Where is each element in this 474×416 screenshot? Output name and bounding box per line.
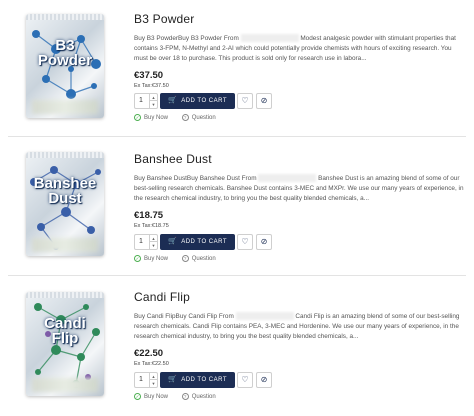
product-image-banshee-dust[interactable]: Banshee Dust [22,152,108,256]
quantity-stepper[interactable]: 1 ▲ ▼ [134,93,158,109]
question-circle-icon: ? [181,393,189,400]
product-image-b3-powder[interactable]: B3 Powder [22,14,108,118]
heart-icon: ♡ [241,237,249,246]
compare-button[interactable]: ⊘ [256,234,272,250]
add-to-wishlist-button[interactable]: ♡ [237,234,253,250]
price-ex-tax: Ex Tax:€37.50 [134,83,169,89]
product-price: €22.50 [134,348,164,359]
price-ex-tax: Ex Tax:€18.75 [134,223,169,229]
add-to-cart-button[interactable]: 🛒 ADD TO CART [160,372,235,388]
package-label: Banshee Dust [33,175,97,207]
cart-icon: 🛒 [167,238,178,245]
compare-button[interactable]: ⊘ [256,93,272,109]
compare-icon: ⊘ [260,96,268,105]
heart-icon: ♡ [241,96,249,105]
add-to-cart-label: ADD TO CART [181,239,228,245]
product-links: ✓ Buy Now ? Question [134,393,228,403]
description-text-start: Buy B3 PowderBuy B3 Powder From [134,35,241,42]
product-links: ✓ Buy Now ? Question [134,114,228,124]
package-label: Candi Flip [44,315,86,347]
product-package-image: B3 Powder [26,14,104,118]
quantity-stepper[interactable]: 1 ▲ ▼ [134,234,158,250]
package-label: B3 Powder [37,37,93,69]
product-description: Buy B3 PowderBuy B3 Powder From Modest a… [134,34,464,64]
quantity-value[interactable]: 1 [139,376,143,383]
product-image-candi-flip[interactable]: Candi Flip [22,292,108,396]
product-links: ✓ Buy Now ? Question [134,255,228,265]
question-label: Question [191,115,216,122]
buy-now-link[interactable]: ✓ Buy Now [134,114,168,121]
product-package-image: Candi Flip [26,292,104,396]
compare-icon: ⊘ [260,237,268,246]
add-to-cart-label: ADD TO CART [181,377,228,383]
increase-qty-icon[interactable]: ▲ [149,94,157,101]
product-description: Buy Banshee DustBuy Banshee Dust From Ba… [134,174,464,204]
question-circle-icon: ? [181,114,189,121]
description-text-start: Buy Banshee DustBuy Banshee Dust From [134,175,259,182]
add-to-cart-button[interactable]: 🛒 ADD TO CART [160,234,235,250]
check-circle-icon: ✓ [134,255,141,262]
question-circle-icon: ? [181,255,189,262]
redacted-text [240,34,299,43]
cart-icon: 🛒 [167,97,178,104]
buy-now-label: Buy Now [144,256,169,263]
decrease-qty-icon[interactable]: ▼ [149,101,157,108]
redacted-text [235,312,294,321]
description-text-start: Buy Candi FlipBuy Candi Flip From [134,313,236,320]
cart-row: 1 ▲ ▼ 🛒 ADD TO CART ♡ ⊘ [134,372,464,388]
question-link[interactable]: ? Question [181,393,216,401]
redacted-text [258,174,317,183]
package-blurred-footer [32,238,98,252]
product-divider [8,136,466,137]
buy-now-link[interactable]: ✓ Buy Now [134,393,168,400]
product-title[interactable]: Banshee Dust [134,152,464,166]
product-description: Buy Candi FlipBuy Candi Flip From Candi … [134,312,464,342]
product-info: Candi Flip Buy Candi FlipBuy Candi Flip … [134,290,464,367]
package-blurred-footer [32,378,98,392]
question-label: Question [191,256,216,263]
quantity-stepper[interactable]: 1 ▲ ▼ [134,372,158,388]
decrease-qty-icon[interactable]: ▼ [149,380,157,387]
product-price: €18.75 [134,210,164,221]
cart-row: 1 ▲ ▼ 🛒 ADD TO CART ♡ ⊘ [134,234,464,250]
price-ex-tax: Ex Tax:€22.50 [134,361,169,367]
decrease-qty-icon[interactable]: ▼ [149,242,157,249]
product-info: B3 Powder Buy B3 PowderBuy B3 Powder Fro… [134,12,464,89]
buy-now-label: Buy Now [144,115,169,122]
product-title[interactable]: Candi Flip [134,290,464,304]
product-info: Banshee Dust Buy Banshee DustBuy Banshee… [134,152,464,229]
product-price: €37.50 [134,70,164,81]
buy-now-link[interactable]: ✓ Buy Now [134,255,168,262]
add-to-cart-label: ADD TO CART [181,98,228,104]
add-to-wishlist-button[interactable]: ♡ [237,372,253,388]
package-blurred-footer [32,100,98,114]
check-circle-icon: ✓ [134,393,141,400]
add-to-cart-button[interactable]: 🛒 ADD TO CART [160,93,235,109]
product-title[interactable]: B3 Powder [134,12,464,26]
product-package-image: Banshee Dust [26,152,104,256]
product-divider [8,275,466,276]
buy-now-label: Buy Now [144,394,169,401]
question-label: Question [191,394,216,401]
check-circle-icon: ✓ [134,114,141,121]
quantity-value[interactable]: 1 [139,238,143,245]
cart-icon: 🛒 [167,376,178,383]
compare-icon: ⊘ [260,375,268,384]
increase-qty-icon[interactable]: ▲ [149,235,157,242]
heart-icon: ♡ [241,375,249,384]
cart-row: 1 ▲ ▼ 🛒 ADD TO CART ♡ ⊘ [134,93,464,109]
increase-qty-icon[interactable]: ▲ [149,373,157,380]
question-link[interactable]: ? Question [181,255,216,263]
add-to-wishlist-button[interactable]: ♡ [237,93,253,109]
compare-button[interactable]: ⊘ [256,372,272,388]
quantity-value[interactable]: 1 [139,97,143,104]
question-link[interactable]: ? Question [181,114,216,122]
